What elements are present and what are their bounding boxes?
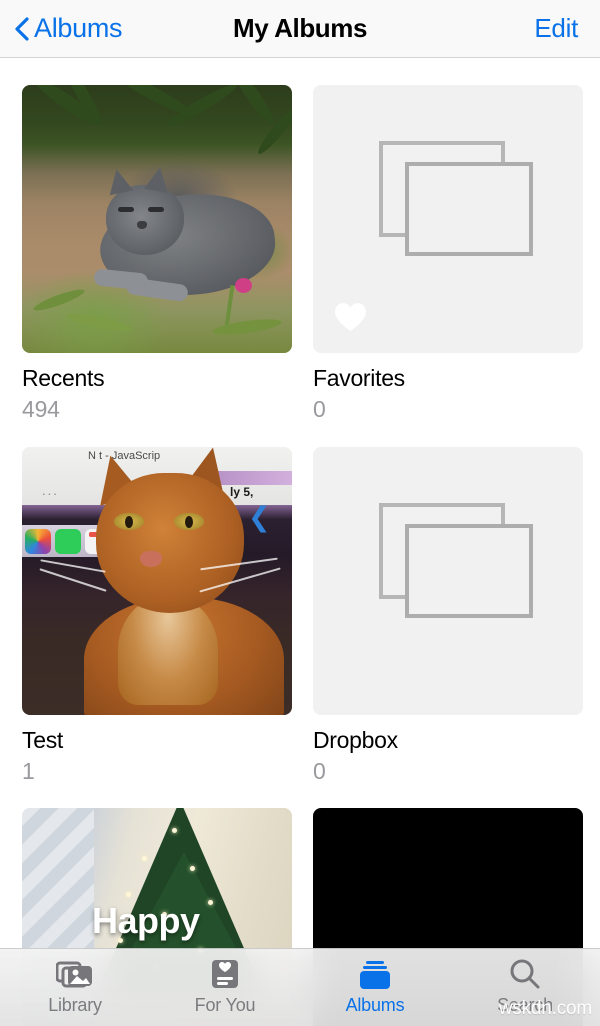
album-item-recents[interactable]: Recents 494	[22, 85, 292, 447]
album-title: Recents	[22, 365, 105, 391]
album-thumbnail[interactable]	[313, 85, 583, 353]
tab-label: Library	[48, 995, 102, 1015]
album-count: 0	[313, 757, 326, 784]
album-item-favorites[interactable]: Favorites 0	[313, 85, 583, 447]
page-title: My Albums	[232, 13, 368, 43]
for-you-card-icon	[208, 957, 242, 993]
tab-label: Search	[497, 995, 553, 1015]
back-button[interactable]: Albums	[14, 0, 123, 57]
photo-stack-icon	[56, 957, 94, 993]
photo-tabby-cat: N t - JavaScrip ... ly 5, ❮	[22, 446, 292, 715]
vscode-icon: ❮	[248, 501, 271, 532]
empty-album-placeholder-icon	[313, 447, 583, 715]
magnifier-icon	[508, 957, 542, 993]
album-thumbnail[interactable]	[22, 85, 292, 353]
albums-grid: Recents 494 Favorites 0 N t - JavaScrip …	[0, 58, 600, 1026]
monitor-date-text: ly 5,	[230, 484, 254, 499]
albums-icon	[358, 957, 392, 993]
monitor-dots: ...	[42, 482, 59, 498]
tab-label: For You	[194, 995, 256, 1015]
album-count: 494	[22, 396, 60, 423]
photo-gray-cat	[22, 85, 292, 353]
album-item-dropbox[interactable]: Dropbox 0	[313, 446, 583, 809]
tab-bar: Library For You Albums Search wskdn.com	[0, 948, 600, 1026]
album-count: 0	[313, 396, 326, 423]
album-title: Favorites	[313, 365, 405, 391]
photo-overlay-text: Happy	[92, 900, 200, 942]
edit-button[interactable]: Edit	[534, 0, 578, 57]
tab-library[interactable]: Library	[0, 949, 150, 1026]
tab-search[interactable]: Search	[450, 949, 600, 1026]
chevron-left-icon	[14, 16, 29, 41]
album-thumbnail[interactable]	[313, 446, 583, 715]
back-button-label: Albums	[34, 13, 123, 43]
album-title: Test	[22, 726, 63, 753]
album-item-test[interactable]: N t - JavaScrip ... ly 5, ❮ Test 1	[22, 446, 292, 809]
navigation-bar: Albums My Albums Edit	[0, 0, 600, 58]
tab-albums[interactable]: Albums	[300, 949, 450, 1026]
tab-for-you[interactable]: For You	[150, 949, 300, 1026]
album-thumbnail[interactable]: N t - JavaScrip ... ly 5, ❮	[22, 446, 292, 715]
album-title: Dropbox	[313, 726, 398, 753]
album-count: 1	[22, 757, 35, 784]
heart-icon	[335, 303, 366, 331]
albums-scroll-area[interactable]: Recents 494 Favorites 0 N t - JavaScrip …	[0, 58, 600, 1026]
tab-label: Albums	[345, 995, 405, 1015]
